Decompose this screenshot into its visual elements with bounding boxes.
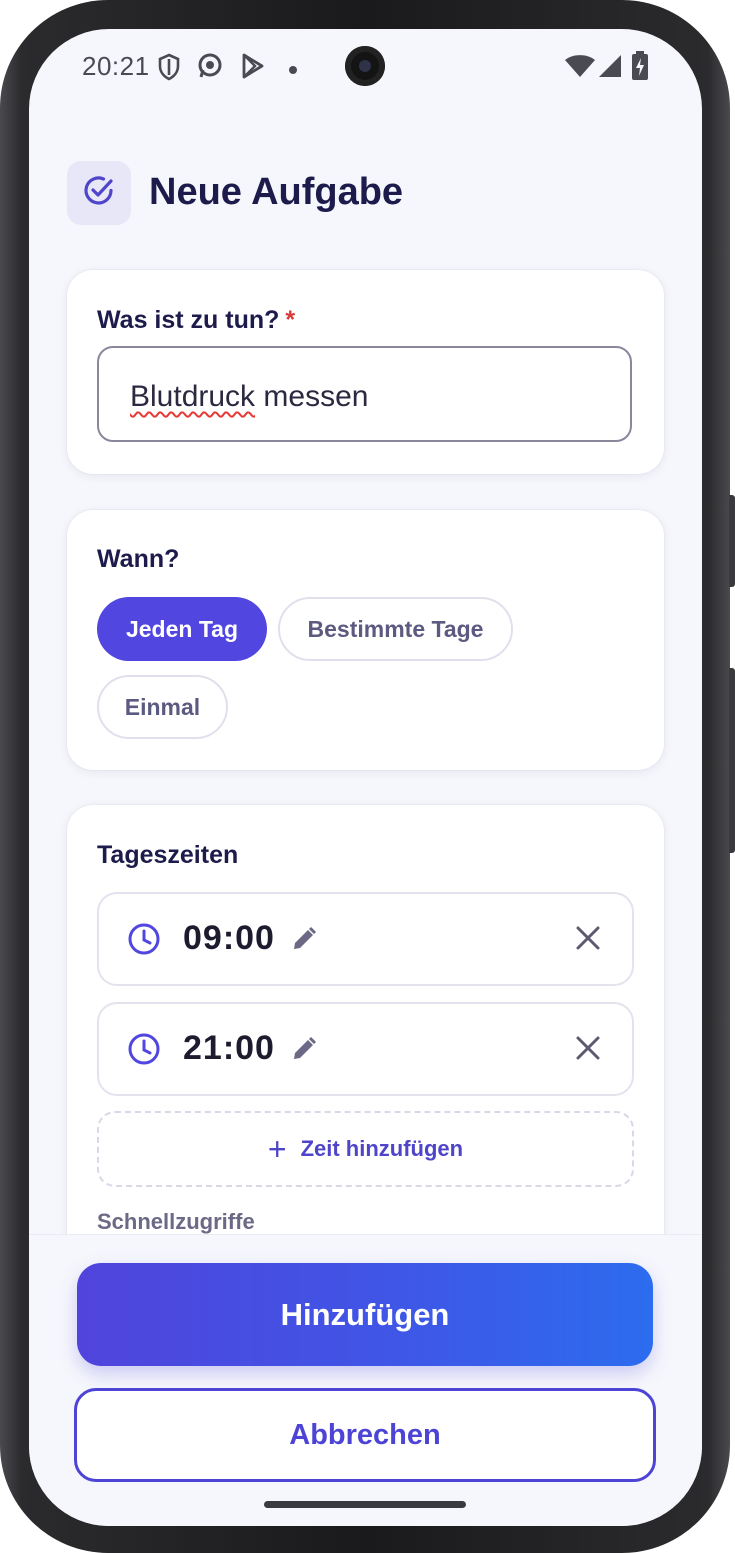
- power-button: [729, 668, 735, 853]
- front-camera: [345, 46, 385, 86]
- times-label: Tageszeiten: [97, 841, 239, 869]
- task-label: Was ist zu tun? *: [97, 306, 295, 335]
- quick-access-label: Schnellzugriffe: [97, 1209, 255, 1234]
- bottom-action-bar: Hinzufügen Abbrechen: [29, 1234, 702, 1526]
- edit-pencil-icon[interactable]: [291, 926, 317, 957]
- time-row[interactable]: 21:00: [97, 1002, 634, 1096]
- edit-pencil-icon[interactable]: [291, 1036, 317, 1067]
- battery-charging-icon: [631, 51, 649, 86]
- chip-einmal[interactable]: Einmal: [97, 675, 228, 739]
- task-card: Was ist zu tun? * Blutdruck messen: [67, 270, 664, 474]
- page-title: Neue Aufgabe: [149, 171, 404, 213]
- when-card: Wann? Jeden Tag Bestimmte Tage Einmal: [67, 510, 664, 770]
- whatsapp-icon: [197, 53, 223, 84]
- home-indicator[interactable]: [264, 1501, 466, 1508]
- plus-icon: +: [267, 1131, 287, 1167]
- wifi-icon: [565, 55, 595, 82]
- times-card: Tageszeiten 09:00 21:00 + Zeit hinzufüge…: [67, 805, 664, 1265]
- header-icon-badge: [67, 161, 131, 225]
- when-label: Wann?: [97, 545, 180, 573]
- time-value: 21:00: [183, 1029, 275, 1067]
- time-row[interactable]: 09:00: [97, 892, 634, 986]
- close-icon[interactable]: [575, 925, 601, 956]
- misspelled-word: Blutdruck: [130, 380, 256, 413]
- close-icon[interactable]: [575, 1035, 601, 1066]
- time-value: 09:00: [183, 919, 275, 957]
- status-bar: 20:21: [29, 29, 702, 105]
- status-time: 20:21: [82, 51, 150, 81]
- required-marker: *: [285, 306, 296, 334]
- chip-jeden-tag[interactable]: Jeden Tag: [97, 597, 267, 661]
- chip-bestimmte-tage[interactable]: Bestimmte Tage: [278, 597, 513, 661]
- screen: 20:21 Neue Aufgabe Was ist zu tun? * Blu…: [29, 29, 702, 1526]
- play-store-icon: [241, 53, 265, 84]
- add-time-label: Zeit hinzufügen: [300, 1136, 464, 1161]
- shield-icon: [157, 53, 181, 86]
- volume-button: [729, 495, 735, 587]
- task-label-text: Was ist zu tun?: [97, 306, 280, 334]
- cancel-button[interactable]: Abbrechen: [74, 1388, 656, 1482]
- task-input-value: Blutdruck messen: [130, 380, 368, 414]
- add-time-button[interactable]: + Zeit hinzufügen: [97, 1111, 634, 1187]
- task-input[interactable]: Blutdruck messen: [97, 346, 632, 442]
- clock-icon: [127, 922, 161, 961]
- check-circle-icon: [82, 174, 116, 213]
- signal-icon: [599, 55, 621, 82]
- task-input-rest: messen: [255, 380, 369, 413]
- add-button[interactable]: Hinzufügen: [77, 1263, 653, 1366]
- dot-icon: [288, 62, 298, 80]
- clock-icon: [127, 1032, 161, 1071]
